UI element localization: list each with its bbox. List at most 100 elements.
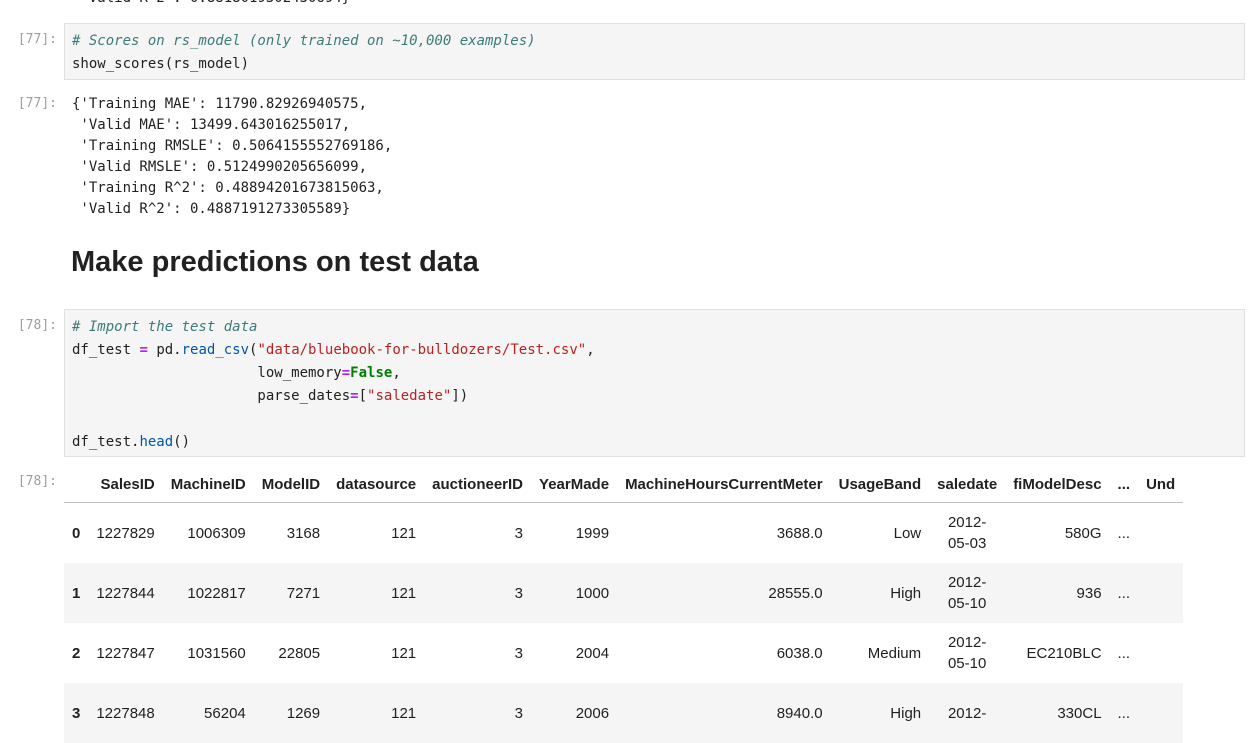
cell: 1227844	[88, 563, 163, 623]
output-line: 'Training RMSLE': 0.5064155552769186,	[72, 138, 393, 154]
cell-saledate: 2012- 05-10	[929, 623, 1005, 683]
cell: 936	[1005, 563, 1110, 623]
cell-77-comment: # Scores on rs_model (only trained on ~1…	[72, 33, 536, 49]
cell-78-code-line-5: df_test.head()	[72, 431, 1237, 454]
code-token: ,	[392, 365, 401, 381]
cell-78-code-blank-line	[72, 408, 1237, 431]
cell: 3688.0	[776, 524, 823, 542]
cell: 3	[514, 524, 524, 542]
dataframe-table: SalesID MachineID ModelID datasource auc…	[64, 467, 1184, 743]
column-header: auctioneerID	[424, 467, 532, 503]
column-header: saledate	[929, 467, 1006, 503]
previous-output-line: 'Valid R^2': 0.8818019302430694}	[72, 0, 350, 9]
cell-saledate: 2012- 05-03	[929, 503, 1005, 564]
code-token: pd.	[147, 342, 182, 358]
column-header: MachineHoursCurrentMeter	[617, 467, 831, 503]
cell-ellipsis: ...	[1117, 524, 1131, 542]
cell-ellipsis: ...	[1117, 644, 1131, 662]
code-token: df_test.	[72, 434, 140, 450]
code-token: parse_dates	[72, 388, 351, 404]
cell: Low	[893, 524, 922, 542]
cell: 121	[391, 644, 417, 662]
cell: 1227829	[96, 524, 155, 542]
row-index: 3	[64, 683, 89, 743]
cell-77-code-editor[interactable]: # Scores on rs_model (only trained on ~1…	[64, 23, 1245, 80]
cell: 1269	[253, 683, 329, 743]
cell: 2006	[531, 683, 618, 743]
output-line: {'Training MAE': 11790.82926940575,	[72, 96, 368, 112]
saledate-part: 2012-	[947, 574, 987, 591]
cell: 330CL	[1005, 683, 1110, 743]
cell	[1138, 683, 1184, 743]
cell: 1000	[531, 563, 618, 623]
cell: High	[830, 563, 930, 623]
cell-78-output-prompt: [78]:	[17, 474, 57, 489]
column-header: ModelID	[253, 467, 329, 503]
table-row: 0 1227829 1006309 3168 121 3 1999 3688.0…	[64, 503, 1183, 564]
cell: 1999	[575, 524, 610, 542]
code-token: [	[358, 388, 368, 404]
column-header: YearMade	[531, 467, 618, 503]
cell: 3	[424, 563, 532, 623]
cell-77-code-line: show_scores(rs_model)	[72, 56, 250, 72]
cell: 8940.0	[617, 683, 831, 743]
column-header-ellipsis: ...	[1109, 467, 1139, 503]
output-line: 'Valid MAE': 13499.643016255017,	[72, 117, 351, 133]
cell-saledate: 2012-	[929, 683, 1006, 743]
table-row: 2 1227847 1031560 22805 121 3 2004 6038.…	[64, 623, 1183, 683]
cell: Medium	[867, 644, 922, 662]
cell-ellipsis: ...	[1109, 563, 1139, 623]
column-header: Und	[1138, 467, 1184, 503]
cell: 3168	[286, 524, 321, 542]
cell-78-code-line-3: parse_dates=["saledate"])	[72, 385, 1237, 408]
output-line: 'Valid RMSLE': 0.5124990205656099,	[72, 159, 368, 175]
cell: 580G	[1064, 524, 1102, 542]
cell: 1227847	[96, 644, 155, 662]
code-token: False	[350, 365, 393, 381]
column-header: datasource	[328, 467, 425, 503]
cell: 1031560	[187, 644, 246, 662]
cell: 22805	[278, 644, 321, 662]
cell-saledate: 2012- 05-10	[929, 563, 1006, 623]
column-header-index	[64, 467, 89, 503]
table-row: 3 1227848 56204 1269 121 3 2006 8940.0 H…	[64, 683, 1184, 743]
cell	[1138, 503, 1183, 564]
cell-77-output-prompt: [77]:	[17, 96, 57, 111]
code-token: =	[341, 365, 351, 381]
cell: 121	[391, 524, 417, 542]
code-token: ,	[586, 342, 595, 358]
cell: 1006309	[187, 524, 246, 542]
cell: High	[830, 683, 930, 743]
cell-78-code-editor[interactable]: # Import the test data df_test = pd.read…	[64, 309, 1245, 457]
cell: 2004	[575, 644, 610, 662]
code-token: ])	[451, 388, 469, 404]
cell: 7271	[253, 563, 329, 623]
saledate-part: 2012-	[947, 634, 987, 651]
row-index: 2	[72, 644, 81, 662]
code-token: low_memory	[72, 365, 342, 381]
row-index: 0	[72, 524, 81, 542]
row-index: 1	[64, 563, 89, 623]
cell: 3	[424, 683, 532, 743]
cell: 1022817	[162, 563, 254, 623]
column-header: UsageBand	[830, 467, 930, 503]
code-token: df_test	[72, 342, 132, 358]
previous-output-partial: 'Valid R^2': 0.8818019302430694}	[72, 0, 350, 9]
cell: 121	[328, 683, 425, 743]
cell	[1138, 623, 1183, 683]
code-token: =	[139, 342, 148, 358]
cell: EC210BLC	[1026, 644, 1102, 662]
cell	[1138, 563, 1184, 623]
cell: 3	[514, 644, 524, 662]
table-row: 1 1227844 1022817 7271 121 3 1000 28555.…	[64, 563, 1184, 623]
table-header-row: SalesID MachineID ModelID datasource auc…	[64, 467, 1184, 503]
saledate-part: 05-10	[947, 655, 987, 672]
column-header: SalesID	[88, 467, 163, 503]
cell-78-input-prompt: [78]:	[17, 318, 57, 333]
saledate-part: 05-03	[947, 535, 987, 552]
cell-ellipsis: ...	[1109, 683, 1139, 743]
code-token: ()	[173, 434, 191, 450]
saledate-part: 2012-	[947, 514, 987, 531]
column-header: fiModelDesc	[1005, 467, 1110, 503]
code-token: read_csv	[181, 342, 250, 358]
